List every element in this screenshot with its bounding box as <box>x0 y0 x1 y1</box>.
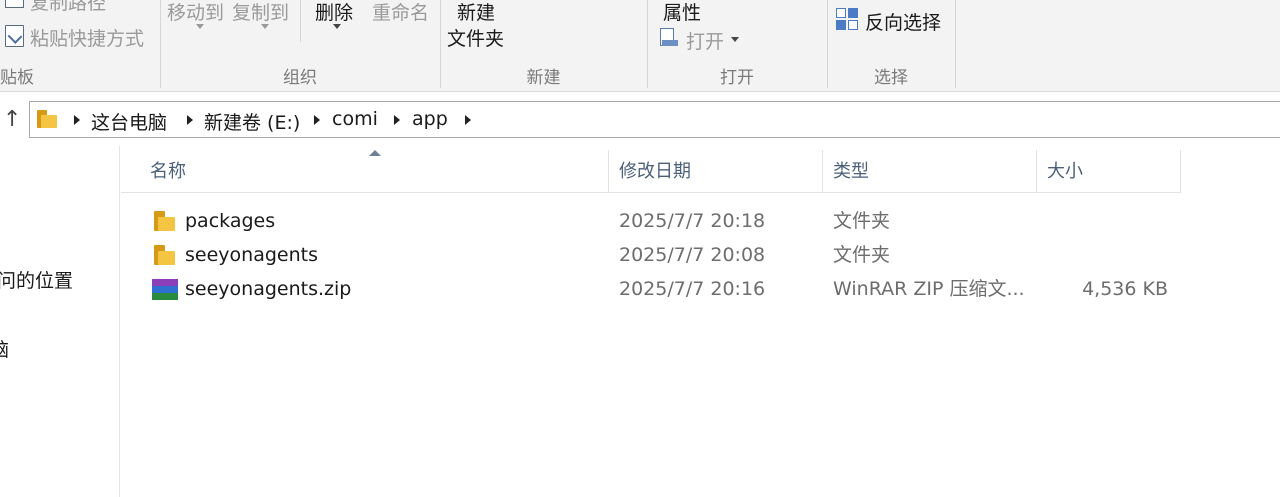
navigation-pane[interactable]: 问的位置 脑 <box>0 146 120 497</box>
open-icon <box>660 28 680 50</box>
copy-to-button[interactable]: 复制到 <box>232 0 289 25</box>
file-name: seeyonagents.zip <box>185 278 352 300</box>
file-date: 2025/7/7 20:16 <box>619 278 766 300</box>
column-header-name[interactable]: 名称 <box>140 150 608 193</box>
ribbon: 复制路径 粘贴快捷方式 贴板 移动到 复制到 删除 重命名 组织 新建 文件夹 … <box>0 0 1280 92</box>
file-type: 文件夹 <box>833 244 891 266</box>
folder-icon <box>154 245 176 265</box>
copy-path-icon <box>5 0 24 8</box>
breadcrumb-comi[interactable]: comi <box>332 108 378 130</box>
new-folder-button-line1[interactable]: 新建 <box>457 0 495 25</box>
folder-icon <box>154 211 176 231</box>
file-date: 2025/7/7 20:18 <box>619 210 766 232</box>
column-divider[interactable] <box>1180 150 1181 193</box>
file-row-seeyonagents[interactable]: seeyonagents 2025/7/7 20:08 文件夹 <box>140 238 1180 272</box>
copy-path-button[interactable]: 复制路径 <box>30 0 106 15</box>
file-name: seeyonagents <box>185 244 318 266</box>
winrar-zip-icon <box>152 279 178 300</box>
up-arrow-icon[interactable]: ↑ <box>3 108 21 132</box>
open-dropdown-icon[interactable] <box>731 37 739 42</box>
breadcrumb-volume-e[interactable]: 新建卷 (E:) <box>204 108 300 135</box>
folder-icon <box>37 110 57 128</box>
clipboard-group-label: 贴板 <box>0 68 34 88</box>
breadcrumb-app[interactable]: app <box>412 108 448 130</box>
open-group-label: 打开 <box>720 68 754 88</box>
organize-group-label: 组织 <box>283 68 317 88</box>
invert-selection-icon <box>836 8 860 32</box>
chevron-right-icon[interactable] <box>465 115 471 125</box>
column-header-size[interactable]: 大小 <box>1037 150 1180 193</box>
file-type: 文件夹 <box>833 210 891 232</box>
move-to-dropdown-icon[interactable] <box>196 24 204 29</box>
new-folder-button-line2[interactable]: 文件夹 <box>447 24 504 51</box>
file-type: WinRAR ZIP 压缩文... <box>833 278 1025 300</box>
copy-to-dropdown-icon[interactable] <box>261 24 269 29</box>
rename-button[interactable]: 重命名 <box>372 0 429 25</box>
breadcrumb-this-pc[interactable]: 这台电脑 <box>91 108 167 135</box>
chevron-right-icon[interactable] <box>314 115 320 125</box>
file-row-packages[interactable]: packages 2025/7/7 20:18 文件夹 <box>140 204 1180 238</box>
select-group-label: 选择 <box>874 68 908 88</box>
file-date: 2025/7/7 20:08 <box>619 244 766 266</box>
invert-selection-button[interactable]: 反向选择 <box>865 8 941 35</box>
file-size: 4,536 KB <box>1082 278 1168 300</box>
move-to-button[interactable]: 移动到 <box>167 0 224 25</box>
chevron-right-icon[interactable] <box>187 115 193 125</box>
properties-button[interactable]: 属性 <box>663 0 701 25</box>
delete-dropdown-icon[interactable] <box>333 24 341 29</box>
delete-button[interactable]: 删除 <box>315 0 353 25</box>
chevron-right-icon[interactable] <box>394 115 400 125</box>
file-row-seeyonagents-zip[interactable]: seeyonagents.zip 2025/7/7 20:16 WinRAR Z… <box>140 272 1180 306</box>
paste-shortcut-button[interactable]: 粘贴快捷方式 <box>30 24 144 51</box>
new-group-label: 新建 <box>526 68 561 88</box>
column-header-type[interactable]: 类型 <box>823 150 1036 193</box>
column-header-date-modified[interactable]: 修改日期 <box>609 150 822 193</box>
nav-item-recent-locations[interactable]: 问的位置 <box>0 266 73 293</box>
chevron-right-icon[interactable] <box>74 115 80 125</box>
open-button[interactable]: 打开 <box>686 27 724 54</box>
group-separator <box>955 0 956 88</box>
file-name: packages <box>185 210 276 232</box>
address-bar[interactable]: 这台电脑 新建卷 (E:) comi app <box>29 101 1280 138</box>
paste-shortcut-icon <box>5 25 24 47</box>
nav-item-this-pc[interactable]: 脑 <box>0 335 9 362</box>
separator <box>300 0 301 42</box>
